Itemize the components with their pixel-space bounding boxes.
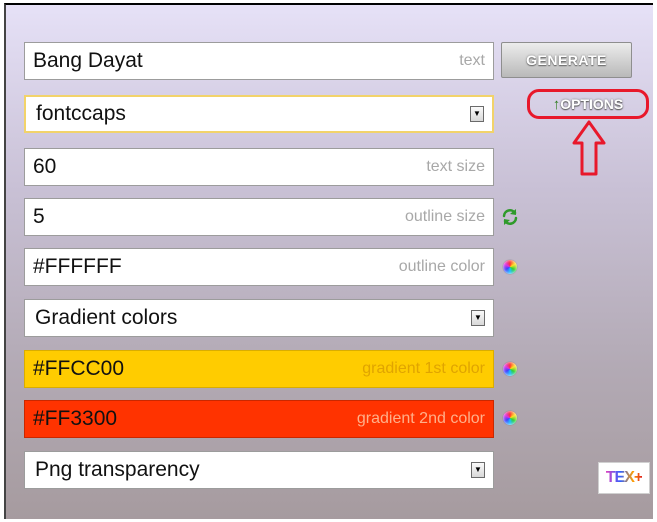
color-picker-icon[interactable] (503, 260, 517, 274)
gradient-1st-color-hint: gradient 1st color (362, 360, 485, 377)
refresh-icon[interactable] (501, 208, 519, 226)
text-input-value: Bang Dayat (33, 49, 143, 72)
outline-color-value: #FFFFFF (33, 255, 122, 278)
gradient-1st-color-value: #FFCC00 (33, 357, 125, 380)
outline-size-input[interactable]: 5 outline size (24, 198, 494, 236)
format-select[interactable]: Png transparency ▼ (24, 451, 494, 489)
gradient-2nd-color-input[interactable]: #FF3300 gradient 2nd color (24, 400, 494, 438)
text-size-input[interactable]: 60 text size (24, 148, 494, 186)
font-select[interactable]: fontccaps ▼ (24, 95, 494, 133)
gradient-1st-color-input[interactable]: #FFCC00 gradient 1st color (24, 350, 494, 388)
site-logo: TEX+ (598, 462, 650, 494)
text-size-value: 60 (33, 155, 57, 178)
logo-text: TEX+ (605, 469, 643, 486)
chevron-down-icon: ▼ (471, 462, 485, 478)
gradient-2nd-color-value: #FF3300 (33, 407, 118, 430)
chevron-down-icon: ▼ (470, 106, 484, 122)
generate-button[interactable]: GENERATE (501, 42, 632, 78)
color-picker-icon[interactable] (503, 411, 517, 425)
text-input-hint: text (459, 52, 485, 69)
fill-type-value: Gradient colors (35, 306, 178, 329)
text-size-hint: text size (426, 158, 485, 175)
annotation-arrow-icon (572, 120, 606, 176)
font-select-value: fontccaps (36, 102, 126, 125)
options-label: OPTIONS (560, 96, 624, 112)
outline-size-hint: outline size (404, 208, 485, 225)
fill-type-select[interactable]: Gradient colors ▼ (24, 299, 494, 337)
text-input[interactable]: Bang Dayat text (24, 42, 494, 80)
options-button[interactable]: ↑OPTIONS (527, 89, 649, 119)
gradient-2nd-color-hint: gradient 2nd color (356, 410, 485, 427)
outline-size-value: 5 (33, 205, 45, 228)
chevron-down-icon: ▼ (471, 310, 485, 326)
format-select-value: Png transparency (35, 458, 200, 481)
color-picker-icon[interactable] (503, 362, 517, 376)
outline-color-hint: outline color (398, 258, 485, 275)
outline-color-input[interactable]: #FFFFFF outline color (24, 248, 494, 286)
